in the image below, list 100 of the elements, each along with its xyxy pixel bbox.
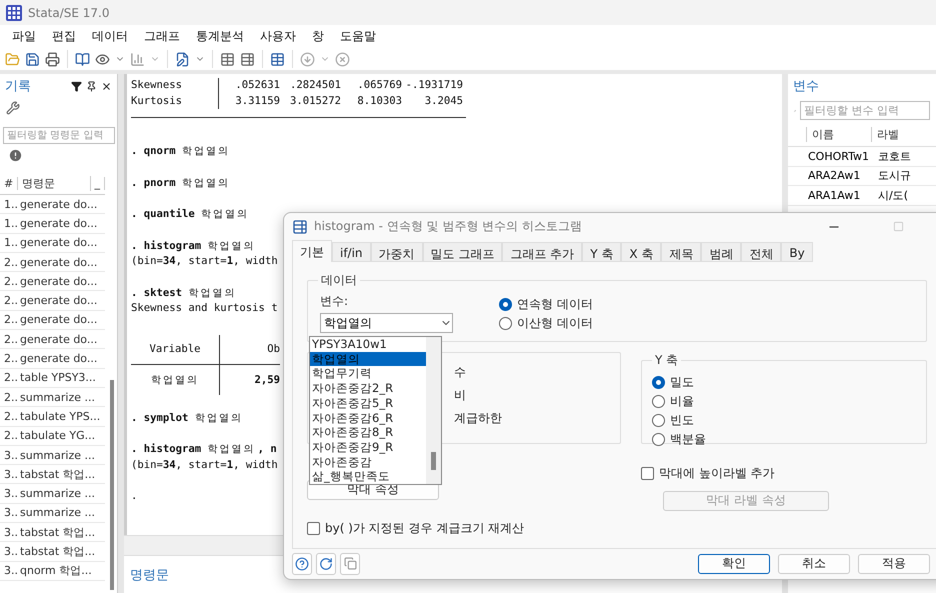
- history-item[interactable]: 3.. tabstat 학업...: [0, 523, 105, 542]
- tab[interactable]: 기본: [292, 240, 332, 262]
- radio-option[interactable]: 연속형 데이터: [499, 295, 593, 314]
- filter-icon[interactable]: [71, 80, 82, 92]
- graph-icon[interactable]: [130, 52, 145, 66]
- command-line: . qnorm 학업열의: [131, 144, 230, 159]
- radio-option[interactable]: 백분율: [652, 430, 916, 450]
- data-browser-icon[interactable]: [240, 52, 255, 66]
- variable-dropdown[interactable]: 학업열의: [320, 313, 453, 334]
- tab[interactable]: X 축: [621, 242, 662, 262]
- tab[interactable]: if/in: [332, 242, 371, 262]
- dropdown-item[interactable]: 자아존중감: [310, 454, 426, 470]
- do-file-editor-icon[interactable]: [175, 52, 190, 66]
- checkbox-option[interactable]: by( )가 지정된 경우 계급크기 재계산: [307, 518, 927, 538]
- tab[interactable]: 범례: [701, 242, 742, 262]
- history-item[interactable]: 1.. generate do...: [0, 195, 105, 214]
- copy-button[interactable]: [340, 552, 360, 575]
- tab[interactable]: 전체: [741, 242, 782, 262]
- dialog-button[interactable]: 취소: [778, 554, 850, 574]
- command-line: . symplot 학업열의: [131, 410, 243, 426]
- menu-item[interactable]: 그래프: [136, 28, 188, 45]
- dropdown-item[interactable]: 자아존중감2_R: [310, 381, 426, 396]
- panel-title: 변수: [793, 78, 820, 95]
- print-icon[interactable]: [45, 52, 60, 66]
- dropdown-item[interactable]: YPSY3A10w1: [310, 337, 426, 352]
- variables-manager-icon[interactable]: [270, 52, 285, 66]
- menu-item[interactable]: 파일: [4, 28, 44, 45]
- dialog-icon[interactable]: [292, 218, 308, 235]
- filter-field[interactable]: 필터링할 변수 입력: [800, 101, 930, 120]
- output-line: (bin=34, start=1, width: [131, 458, 278, 472]
- scrollbar-thumb[interactable]: [431, 452, 436, 470]
- tab[interactable]: 밀도 그래프: [422, 242, 502, 262]
- history-item[interactable]: 2.. generate do...: [0, 272, 105, 292]
- variable-row[interactable]: ARA1Aw1 시/도(: [788, 186, 936, 206]
- variable-row[interactable]: COHORTw1 코호트: [788, 147, 936, 166]
- history-item[interactable]: 2.. tabulate YPS...: [0, 407, 105, 427]
- dialog-button[interactable]: 적용: [858, 554, 930, 574]
- history-item[interactable]: 2.. table YPSY3...: [0, 368, 105, 388]
- scrollbar-thumb[interactable]: [110, 380, 114, 590]
- history-item[interactable]: 2.. tabulate YG...: [0, 426, 105, 446]
- history-item[interactable]: 3.. summarize ...: [0, 504, 105, 524]
- radio-option[interactable]: 비율: [652, 392, 916, 412]
- column-header[interactable]: #: [0, 177, 18, 190]
- history-item[interactable]: 3.. summarize ...: [0, 484, 105, 504]
- menu-item[interactable]: 데이터: [84, 28, 136, 45]
- command-line: . histogram 학업열의 , n: [131, 442, 277, 457]
- column-header[interactable]: 라벨: [871, 127, 931, 142]
- filter-field[interactable]: 필터링할 명령문 입력: [3, 127, 115, 144]
- app-logo-icon: [6, 4, 22, 20]
- dropdown-item[interactable]: 자아존중감6_R: [310, 410, 426, 426]
- dropdown-item[interactable]: 자아존중감5_R: [310, 396, 426, 410]
- data-editor-icon[interactable]: [220, 52, 235, 66]
- history-item[interactable]: 2.. generate do...: [0, 252, 105, 272]
- group-title: Y 축: [654, 352, 680, 370]
- warning-icon[interactable]: [8, 148, 23, 163]
- pin-icon[interactable]: [86, 80, 97, 92]
- tab[interactable]: 가중치: [370, 242, 423, 262]
- dialog-button[interactable]: 확인: [698, 554, 770, 574]
- tab[interactable]: 그래프 추가: [502, 242, 582, 262]
- column-header[interactable]: 명령문: [18, 176, 90, 191]
- column-header[interactable]: 이름: [806, 127, 871, 142]
- help-button[interactable]: [292, 552, 312, 575]
- history-item[interactable]: 3.. tabstat 학업...: [0, 465, 105, 484]
- close-icon[interactable]: [101, 80, 112, 92]
- dropdown-item[interactable]: 학업무기력: [310, 366, 426, 382]
- history-item[interactable]: 2.. summarize ...: [0, 388, 105, 408]
- history-item[interactable]: 3.. tabstat 학업...: [0, 542, 105, 562]
- history-item[interactable]: 2.. generate do...: [0, 310, 105, 330]
- table-cell-text: 2,59: [253, 372, 280, 388]
- command-line: . sktest 학업열의: [131, 286, 236, 300]
- tab[interactable]: By: [781, 242, 813, 262]
- history-item[interactable]: 3.. summarize ...: [0, 446, 105, 466]
- dropdown-item[interactable]: 학업열의: [310, 352, 426, 366]
- history-item[interactable]: 2.. generate do...: [0, 330, 105, 350]
- command-line: . histogram 학업열의: [131, 238, 256, 254]
- history-item[interactable]: 2.. generate do...: [0, 349, 105, 369]
- tab[interactable]: Y 축: [582, 242, 622, 262]
- menu-item[interactable]: 창: [304, 28, 332, 45]
- field-label: 변수:: [320, 293, 350, 310]
- dropdown-item[interactable]: 자아존중감8_R: [310, 425, 426, 440]
- history-item[interactable]: 3.. qnorm 학업...: [0, 562, 105, 581]
- radio-option[interactable]: 빈도: [652, 411, 916, 430]
- menu-item[interactable]: 사용자: [252, 28, 304, 45]
- column-header[interactable]: _: [90, 177, 105, 190]
- checkbox-option[interactable]: 막대에 높이라벨 추가: [641, 464, 927, 484]
- menu-item[interactable]: 도움말: [332, 28, 384, 45]
- reset-button[interactable]: [316, 552, 336, 575]
- radio-option[interactable]: 이산형 데이터: [499, 314, 593, 334]
- log-book-icon[interactable]: [75, 52, 90, 66]
- menu-item[interactable]: 통계분석: [188, 28, 252, 45]
- variable-row[interactable]: ARA2Aw1 도시규: [788, 166, 936, 186]
- history-item[interactable]: 1.. generate do...: [0, 214, 105, 234]
- dropdown-item[interactable]: 자아존중감9_R: [310, 440, 426, 455]
- radio-option[interactable]: 밀도: [652, 373, 916, 392]
- save-icon[interactable]: [25, 52, 40, 66]
- tab[interactable]: 제목: [661, 242, 702, 262]
- history-item[interactable]: 1.. generate do...: [0, 234, 105, 253]
- history-item[interactable]: 2.. generate do...: [0, 291, 105, 311]
- menu-item[interactable]: 편집: [44, 28, 84, 45]
- viewer-icon[interactable]: [95, 52, 110, 66]
